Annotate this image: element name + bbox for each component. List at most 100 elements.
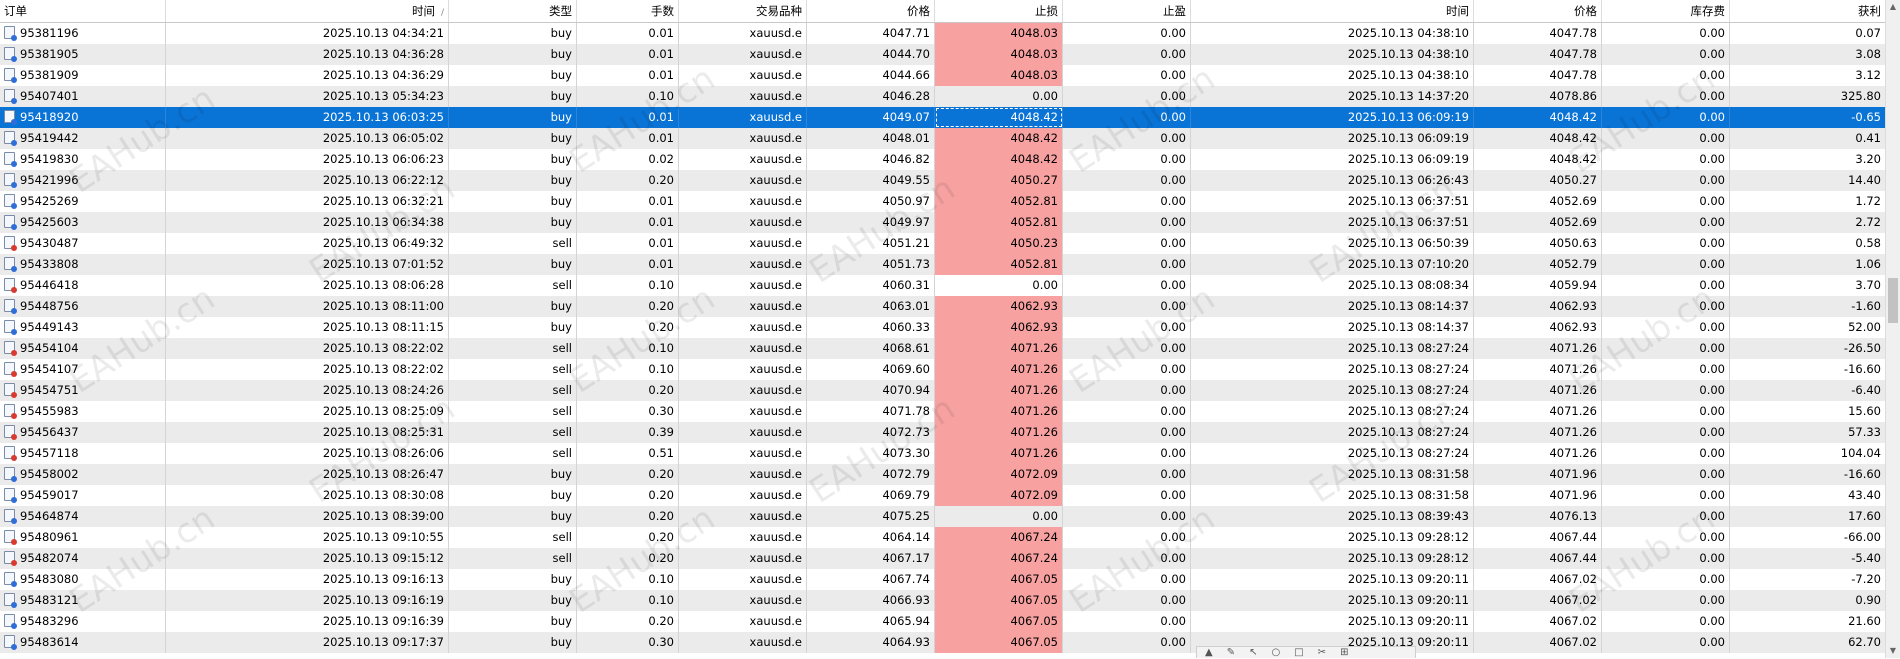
table-row[interactable]: 95425269 2025.10.13 06:32:21 buy 0.01 xauusd… <box>0 191 1886 212</box>
column-header-open_time[interactable]: 时间 / <box>166 0 449 22</box>
sell-order-icon <box>4 551 17 566</box>
cell-open_price: 4068.61 <box>807 338 935 359</box>
column-header-open_price[interactable]: 价格 <box>807 0 935 22</box>
table-row[interactable]: 95454104 2025.10.13 08:22:02 sell 0.10 xauus… <box>0 338 1886 359</box>
scroll-down-icon[interactable]: ▼ <box>1886 644 1900 658</box>
table-row[interactable]: 95456437 2025.10.13 08:25:31 sell 0.39 xauus… <box>0 422 1886 443</box>
table-row[interactable]: 95483614 2025.10.13 09:17:37 buy 0.30 xauusd… <box>0 632 1886 653</box>
cell-open_time: 2025.10.13 09:10:55 <box>166 527 449 548</box>
cell-text: 2025.10.13 08:27:24 <box>1347 425 1469 439</box>
column-header-profit[interactable]: 获利 <box>1730 0 1886 22</box>
cell-text: buy <box>550 89 572 103</box>
grid-icon[interactable]: ⊞ <box>1340 647 1348 658</box>
cell-open_time: 2025.10.13 06:03:25 <box>166 107 449 128</box>
table-row[interactable]: 95464874 2025.10.13 08:39:00 buy 0.20 xauusd… <box>0 506 1886 527</box>
chart-icon[interactable]: ▲ <box>1205 647 1213 658</box>
cell-profit: -6.40 <box>1730 380 1886 401</box>
table-row[interactable]: 95483080 2025.10.13 09:16:13 buy 0.10 xauusd… <box>0 569 1886 590</box>
column-header-type[interactable]: 类型 <box>449 0 577 22</box>
box-icon[interactable]: □ <box>1294 647 1303 658</box>
cell-text: 4048.03 <box>1010 26 1058 40</box>
cell-text: xauusd.e <box>749 110 802 124</box>
cell-text: 0.01 <box>648 26 674 40</box>
column-header-label: 价格 <box>1574 4 1597 18</box>
cell-text: -16.60 <box>1843 467 1881 481</box>
cell-tp: 0.00 <box>1063 317 1191 338</box>
cell-text: 0.00 <box>1699 425 1725 439</box>
table-row[interactable]: 95483121 2025.10.13 09:16:19 buy 0.10 xauusd… <box>0 590 1886 611</box>
column-header-sl[interactable]: 止损 <box>935 0 1063 22</box>
cell-open_price: 4050.97 <box>807 191 935 212</box>
column-header-close_time[interactable]: 时间 <box>1191 0 1474 22</box>
cell-text: 4067.02 <box>1549 635 1597 649</box>
table-row[interactable]: 95483296 2025.10.13 09:16:39 buy 0.20 xauusd… <box>0 611 1886 632</box>
cell-text: 4060.31 <box>882 278 930 292</box>
column-header-volume[interactable]: 手数 <box>577 0 679 22</box>
cell-text: 0.07 <box>1855 26 1881 40</box>
table-row[interactable]: 95407401 2025.10.13 05:34:23 buy 0.10 xauusd… <box>0 86 1886 107</box>
table-row[interactable]: 95381909 2025.10.13 04:36:29 buy 0.01 xauusd… <box>0 65 1886 86</box>
column-header-swap[interactable]: 库存费 <box>1602 0 1730 22</box>
table-row[interactable]: 95458002 2025.10.13 08:26:47 buy 0.20 xauusd… <box>0 464 1886 485</box>
cell-sl: 0.00 <box>935 275 1063 296</box>
table-row[interactable]: 95430487 2025.10.13 06:49:32 sell 0.01 xauus… <box>0 233 1886 254</box>
cell-text: 2025.10.13 08:31:58 <box>1347 488 1469 502</box>
cell-text: 0.90 <box>1855 593 1881 607</box>
cell-text: 2025.10.13 06:09:19 <box>1347 110 1469 124</box>
cell-sl: 4071.26 <box>935 359 1063 380</box>
scroll-thumb[interactable] <box>1888 278 1898 323</box>
table-row[interactable]: 95446418 2025.10.13 08:06:28 sell 0.10 xauus… <box>0 275 1886 296</box>
column-header-symbol[interactable]: 交易品种 <box>679 0 807 22</box>
table-row[interactable]: 95419442 2025.10.13 06:05:02 buy 0.01 xauusd… <box>0 128 1886 149</box>
cell-close_time: 2025.10.13 08:08:34 <box>1191 275 1474 296</box>
table-row[interactable]: 95480961 2025.10.13 09:10:55 sell 0.20 xauus… <box>0 527 1886 548</box>
table-row[interactable]: 95459017 2025.10.13 08:30:08 buy 0.20 xauusd… <box>0 485 1886 506</box>
table-row[interactable]: 95454107 2025.10.13 08:22:02 sell 0.10 xauus… <box>0 359 1886 380</box>
column-header-tp[interactable]: 止盈 <box>1063 0 1191 22</box>
cell-text: 0.00 <box>1160 26 1186 40</box>
table-row[interactable]: 95455983 2025.10.13 08:25:09 sell 0.30 xauus… <box>0 401 1886 422</box>
table-row[interactable]: 95448756 2025.10.13 08:11:00 buy 0.20 xauusd… <box>0 296 1886 317</box>
cell-order: 95446418 <box>0 275 166 296</box>
column-header-close_price[interactable]: 价格 <box>1474 0 1602 22</box>
table-row[interactable]: 95381196 2025.10.13 04:34:21 buy 0.01 xauusd… <box>0 23 1886 44</box>
table-row[interactable]: 95457118 2025.10.13 08:26:06 sell 0.51 xauus… <box>0 443 1886 464</box>
cell-tp: 0.00 <box>1063 275 1191 296</box>
cell-open_price: 4060.31 <box>807 275 935 296</box>
cell-close_price: 4047.78 <box>1474 65 1602 86</box>
table-row[interactable]: 95381905 2025.10.13 04:36:28 buy 0.01 xauusd… <box>0 44 1886 65</box>
cell-text: 4071.26 <box>1010 341 1058 355</box>
cell-close_time: 2025.10.13 06:50:39 <box>1191 233 1474 254</box>
cell-text: 4048.42 <box>1549 131 1597 145</box>
cell-text: 95457118 <box>20 446 79 460</box>
cell-sl: 4048.42 <box>935 149 1063 170</box>
cell-text: 0.01 <box>648 47 674 61</box>
column-header-order[interactable]: 订单 <box>0 0 166 22</box>
pen-icon[interactable]: ✎ <box>1227 647 1235 658</box>
cell-close_time: 2025.10.13 09:28:12 <box>1191 527 1474 548</box>
table-row[interactable]: 95482074 2025.10.13 09:15:12 sell 0.20 xauus… <box>0 548 1886 569</box>
buy-order-icon <box>4 68 17 83</box>
table-row[interactable]: 95421996 2025.10.13 06:22:12 buy 0.20 xauusd… <box>0 170 1886 191</box>
cell-text: 4067.05 <box>1010 572 1058 586</box>
table-row[interactable]: 95419830 2025.10.13 06:06:23 buy 0.02 xauusd… <box>0 149 1886 170</box>
cell-text: 4052.69 <box>1549 194 1597 208</box>
cell-tp: 0.00 <box>1063 338 1191 359</box>
scroll-up-icon[interactable]: ▲ <box>1886 0 1900 14</box>
cursor-icon[interactable]: ↖ <box>1249 647 1257 658</box>
table-row[interactable]: 95425603 2025.10.13 06:34:38 buy 0.01 xauusd… <box>0 212 1886 233</box>
cell-open_time: 2025.10.13 06:34:38 <box>166 212 449 233</box>
tool-icon[interactable]: ✂ <box>1318 647 1326 658</box>
cell-text: 2025.10.13 09:28:12 <box>1347 551 1469 565</box>
cell-text: 4048.42 <box>1010 110 1058 124</box>
table-row[interactable]: 95433808 2025.10.13 07:01:52 buy 0.01 xauusd… <box>0 254 1886 275</box>
cell-text: 17.60 <box>1848 509 1881 523</box>
table-row[interactable]: 95454751 2025.10.13 08:24:26 sell 0.20 xauus… <box>0 380 1886 401</box>
cell-open_price: 4049.55 <box>807 170 935 191</box>
table-row[interactable]: 95449143 2025.10.13 08:11:15 buy 0.20 xauusd… <box>0 317 1886 338</box>
sell-order-icon <box>4 530 17 545</box>
search-icon[interactable]: ○ <box>1271 647 1280 658</box>
table-row[interactable]: 95418920 2025.10.13 06:03:25 buy 0.01 xauusd… <box>0 107 1886 128</box>
vertical-scrollbar[interactable]: ▲ ▼ <box>1885 0 1900 658</box>
cell-text: 2025.10.13 06:22:12 <box>322 173 444 187</box>
